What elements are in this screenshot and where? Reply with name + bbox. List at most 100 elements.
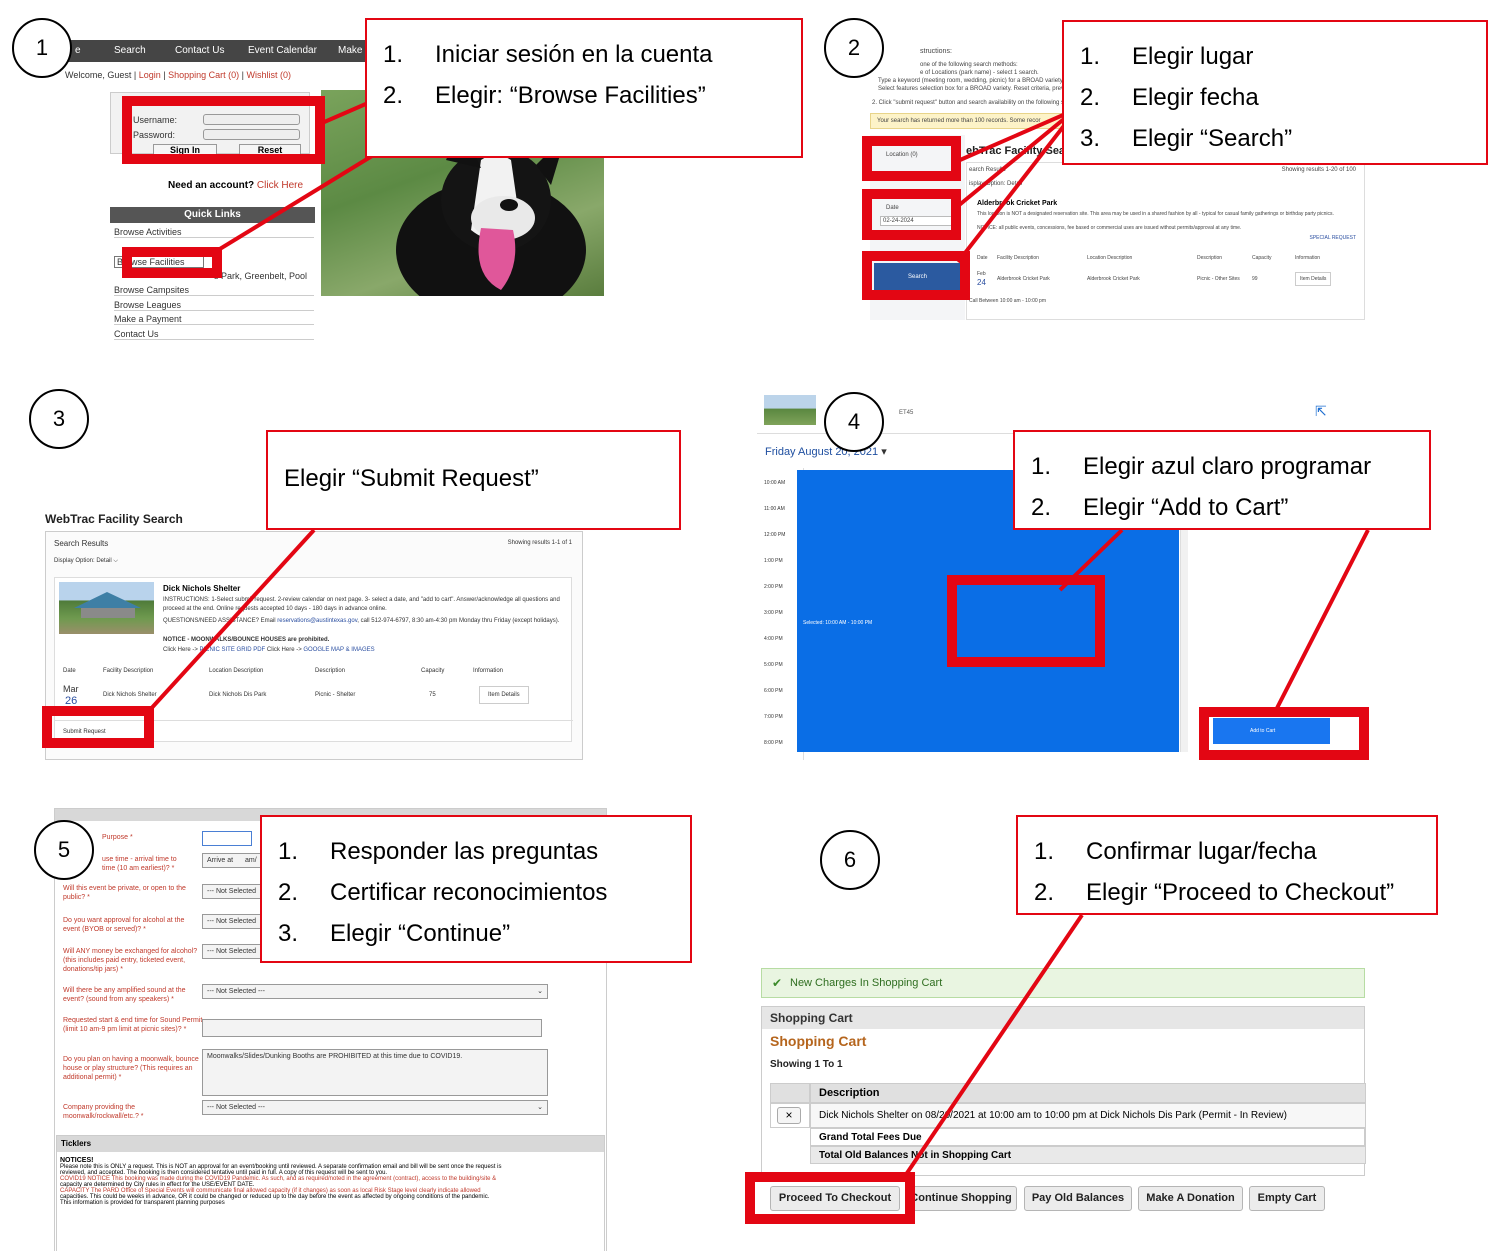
private-select[interactable]: --- Not Selected [202, 884, 262, 899]
row-capacity: 99 [1252, 276, 1258, 282]
nav-home[interactable]: e [75, 45, 81, 56]
nav-contact[interactable]: Contact Us [175, 45, 224, 56]
google-map-link[interactable]: GOOGLE MAP & IMAGES [303, 647, 374, 653]
time-label: 6:00 PM [764, 688, 783, 694]
link-obscured-tail: s Park, Greenbelt, Pool [214, 271, 308, 281]
callout-item: 3. Elegir “Continue” [278, 913, 674, 954]
sound-permit-input[interactable] [202, 1019, 542, 1037]
remove-button[interactable]: × [777, 1107, 801, 1124]
shelter-name: Dick Nichols Shelter [163, 584, 241, 593]
step-4-circle: 4 [824, 392, 884, 452]
nav-calendar[interactable]: Event Calendar [248, 45, 317, 56]
arrive-at-label: Arrive at [207, 857, 234, 864]
click-here-link[interactable]: Click Here [257, 180, 303, 191]
email-link[interactable]: reservations@austintexas.gov [277, 618, 357, 624]
item-details-button[interactable]: Item Details [1295, 272, 1332, 286]
col-date: Date [977, 255, 988, 261]
row-day: 24 [977, 278, 986, 287]
purpose-input[interactable] [202, 831, 252, 846]
picnic-pdf-link[interactable]: PICNIC SITE GRID PDF [200, 647, 266, 653]
money-select[interactable]: --- Not Selected [202, 944, 262, 959]
nav-search[interactable]: Search [114, 45, 146, 56]
display-option: isplay Option: Detail [969, 181, 1023, 187]
top-nav: e Search Contact Us Event Calendar Make [44, 40, 374, 62]
row-capacity: 75 [429, 692, 436, 698]
nav-make[interactable]: Make [338, 45, 362, 56]
callout-item: 3. Elegir “Search” [1080, 118, 1470, 159]
row-location: Alderbrook Cricket Park [1087, 276, 1140, 282]
grand-total-row: Grand Total Fees Due [810, 1128, 1366, 1146]
results-box: earch Results Showing results 1-20 of 10… [966, 162, 1365, 320]
link-browse-campsites[interactable]: Browse Campsites [114, 285, 314, 296]
continue-shopping-button[interactable]: Continue Shopping [905, 1186, 1017, 1211]
instr-line-2: e of Locations (park name) - select 1 se… [920, 70, 1039, 76]
q-alcohol: Do you want approval for alcohol at the … [63, 917, 185, 933]
company-select[interactable]: --- Not Selected --- ⌄ [202, 1100, 548, 1115]
time-label: 7:00 PM [764, 714, 783, 720]
item-number: 1. [383, 41, 404, 68]
sound-select-value: --- Not Selected --- [207, 988, 265, 995]
need-account-text: Need an account? [168, 180, 255, 191]
col-blank [770, 1083, 810, 1103]
link-browse-activities[interactable]: Browse Activities [114, 227, 314, 238]
link-browse-leagues[interactable]: Browse Leagues [114, 300, 314, 311]
alcohol-select[interactable]: --- Not Selected [202, 914, 262, 929]
link-make-payment[interactable]: Make a Payment [114, 314, 314, 325]
instr-step-2: 2. Click "submit request" button and sea… [872, 100, 1087, 106]
click-here-2: Click Here -> [266, 647, 302, 653]
q-purpose: Purpose * [102, 834, 133, 841]
col-capacity: Capacity [1252, 255, 1272, 261]
empty-cart-button[interactable]: Empty Cart [1249, 1186, 1325, 1211]
item-text: Responder las preguntas [330, 838, 599, 865]
item-text: Elegir “Add to Cart” [1083, 494, 1289, 521]
instr-line-3: Type a keyword (meeting room, wedding, p… [878, 78, 1091, 84]
facility-search-title: WebTrac Facility Search [45, 512, 183, 526]
highlight-submit-request [42, 706, 154, 748]
item-text: Elegir “Proceed to Checkout” [1086, 879, 1395, 906]
item-details-button[interactable]: Item Details [479, 686, 529, 704]
callout-step-4: 1. Elegir azul claro programar 2. Elegir “… [1013, 430, 1431, 530]
make-donation-button[interactable]: Make A Donation [1138, 1186, 1243, 1211]
link-contact-us[interactable]: Contact Us [114, 329, 314, 340]
col-facility: Facility Description [103, 668, 154, 674]
item-number: 2. [383, 82, 404, 109]
step-2-circle: 2 [824, 18, 884, 78]
pay-old-balances-button[interactable]: Pay Old Balances [1024, 1186, 1132, 1211]
item-text: Elegir lugar [1132, 43, 1254, 70]
cart-link[interactable]: Shopping Cart (0) [168, 70, 239, 80]
moonwalk-textarea[interactable]: Moonwalks/Slides/Dunking Booths are PROH… [202, 1049, 548, 1096]
login-link[interactable]: Login [139, 70, 161, 80]
cart-icon[interactable]: ⇱ [1315, 403, 1327, 420]
cart-table: Description × Dick Nichols Shelter on 08… [770, 1083, 1366, 1176]
step-3-circle: 3 [29, 389, 89, 449]
step-5-circle: 5 [34, 820, 94, 880]
col-facility: Facility Description [997, 255, 1039, 261]
row-description: Picnic - Other Sites [1197, 276, 1240, 282]
moonwalk-text: Moonwalks/Slides/Dunking Booths are PROH… [207, 1053, 463, 1060]
q-money: Will ANY money be exchanged for alcohol?… [63, 948, 198, 973]
q-company: Company providing the moonwalk/rockwall/… [63, 1104, 144, 1120]
row-description: Picnic - Shelter [315, 692, 356, 698]
callout-item: 2. Certificar reconocimientos [278, 872, 674, 913]
facility-thumbnail [764, 395, 816, 425]
arrive-at-select[interactable]: Arrive at am/ [202, 853, 262, 868]
click-here-1: Click Here -> [163, 647, 198, 653]
day-name: Friday [765, 446, 796, 458]
instructions-heading: structions: [920, 48, 952, 55]
callout-item: 1. Responder las preguntas [278, 831, 674, 872]
wishlist-link[interactable]: Wishlist (0) [246, 70, 291, 80]
highlight-login [122, 96, 325, 164]
notice-bar: Your search has returned more than 100 r… [870, 113, 1070, 129]
sound-select[interactable]: --- Not Selected --- ⌄ [202, 984, 548, 999]
header-code: ET45 [899, 410, 914, 416]
time-label: 2:00 PM [764, 584, 783, 590]
col-information: Information [1295, 255, 1321, 261]
display-option[interactable]: Display Option: Detail ⌵ [54, 558, 118, 565]
row-location: Dick Nichols Dis Park [209, 692, 267, 698]
item-text: Certificar reconocimientos [330, 879, 608, 906]
callout-item: 2. Elegir: “Browse Facilities” [383, 75, 785, 116]
item-number: 2. [278, 879, 299, 906]
time-label: 12:00 PM [764, 532, 786, 538]
special-request-link[interactable]: SPECIAL REQUEST [1310, 235, 1357, 241]
callout-item: 1. Confirmar lugar/fecha [1034, 831, 1420, 872]
